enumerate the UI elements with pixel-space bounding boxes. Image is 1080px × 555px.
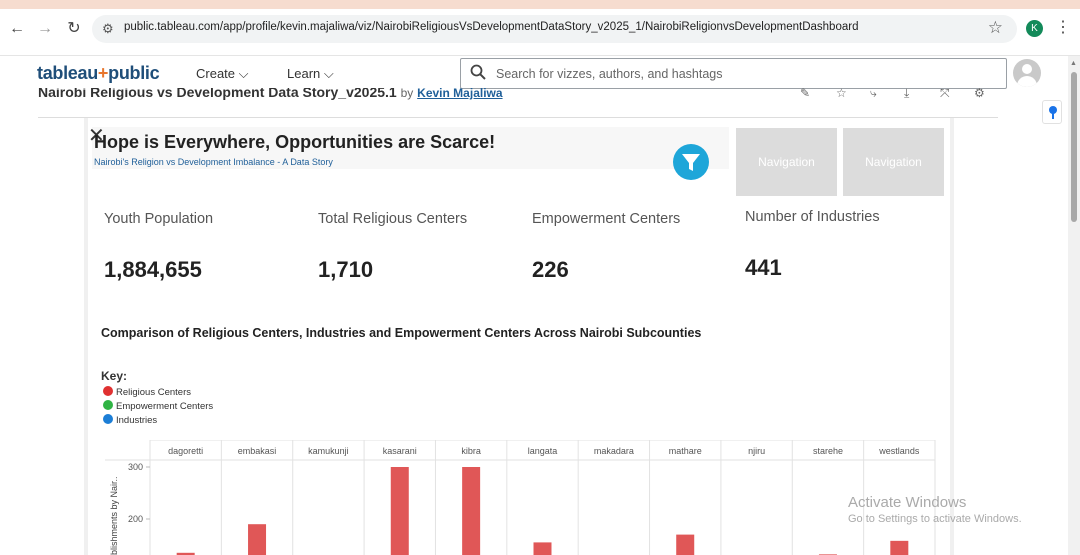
- user-avatar[interactable]: [1013, 59, 1041, 87]
- site-info-icon[interactable]: ⚙: [102, 21, 114, 37]
- dashboard-subtitle: Nairobi's Religion vs Development Imbala…: [94, 157, 333, 167]
- chart-bar-kasarani[interactable]: [390, 467, 409, 555]
- windows-watermark-title: Activate Windows: [848, 494, 967, 511]
- download-icon[interactable]: ⤓: [904, 88, 909, 101]
- edit-icon[interactable]: ✎: [800, 88, 810, 100]
- settings-icon[interactable]: ⚙: [974, 88, 985, 100]
- menu-create[interactable]: Create ⌵: [196, 66, 249, 82]
- search-input[interactable]: Search for vizzes, authors, and hashtags: [460, 58, 1007, 89]
- chart-category-label-dagoretti: dagoretti: [168, 446, 203, 456]
- chart-category-label-kasarani: kasarani: [383, 446, 417, 456]
- legend-empowerment-label: Empowerment Centers: [116, 401, 214, 412]
- chart-category-label-njiru: njiru: [748, 446, 765, 456]
- legend-industries[interactable]: Industries: [103, 414, 157, 426]
- scrollbar-thumb[interactable]: [1071, 72, 1077, 222]
- favorite-icon[interactable]: ☆: [836, 88, 847, 100]
- logo-suffix: public: [108, 63, 160, 83]
- subcounty-bar-chart[interactable]: dagoretti embakasi kamukunji kasarani kibra l…: [100, 440, 940, 555]
- chart-bar-kibra[interactable]: [462, 467, 481, 555]
- menu-learn[interactable]: Learn ⌵: [287, 66, 334, 82]
- legend-religious-label: Religious Centers: [116, 387, 191, 398]
- tableau-public-logo[interactable]: tableau+public: [37, 63, 160, 84]
- browser-profile-avatar[interactable]: K: [1026, 20, 1043, 37]
- chart-ytick-200: 200: [128, 514, 143, 524]
- chart-category-label-makadara: makadara: [594, 446, 634, 456]
- search-icon: [470, 64, 486, 80]
- chart-category-label-langata: langata: [528, 446, 558, 456]
- logo-text: tableau: [37, 63, 98, 83]
- kpi-youth-label: Youth Population: [104, 211, 214, 227]
- legend-empowerment[interactable]: Empowerment Centers: [103, 400, 213, 412]
- chart-y-axis-label: blishments by Nair..: [109, 476, 119, 555]
- navigation-button-1[interactable]: Navigation: [736, 128, 837, 196]
- chart-bar-mathare[interactable]: [676, 534, 695, 555]
- kpi-youth-value: 1,884,655: [104, 257, 202, 282]
- logo-plus-icon: +: [97, 63, 109, 83]
- back-icon[interactable]: ←: [6, 18, 28, 40]
- chart-category-label-embakasi: embakasi: [238, 446, 277, 456]
- address-bar[interactable]: ⚙ public.tableau.com/app/profile/kevin.m…: [92, 15, 1017, 43]
- kpi-industries-value: 441: [745, 255, 782, 280]
- filter-funnel-icon: [682, 154, 700, 171]
- url-text[interactable]: public.tableau.com/app/profile/kevin.maj…: [124, 21, 858, 33]
- location-pin-icon[interactable]: [1042, 100, 1062, 124]
- chart-category-label-mathare: mathare: [669, 446, 702, 456]
- legend-religious-swatch: [103, 386, 113, 396]
- windows-watermark-subtitle: Go to Settings to activate Windows.: [848, 513, 1022, 525]
- legend-empowerment-swatch: [103, 400, 113, 410]
- chart-bar-westlands[interactable]: [890, 540, 909, 555]
- key-title: Key:: [101, 369, 128, 383]
- legend-industries-label: Industries: [116, 415, 158, 426]
- forward-icon[interactable]: →: [34, 18, 56, 40]
- viz-title-row: Nairobi Religious vs Development Data St…: [0, 88, 1068, 102]
- chart-category-label-starehe: starehe: [813, 446, 843, 456]
- kpi-industries-label: Number of Industries: [745, 209, 880, 225]
- chart-category-label-kamukunji: kamukunji: [308, 446, 349, 456]
- chart-bar-embakasi[interactable]: [248, 524, 267, 555]
- fullscreen-icon[interactable]: ⤧: [940, 88, 950, 101]
- chart-bar-langata[interactable]: [533, 542, 552, 555]
- chart-category-label-westlands: westlands: [878, 446, 920, 456]
- navigation-button-2[interactable]: Navigation: [843, 128, 944, 196]
- kpi-religious-value: 1,710: [318, 257, 374, 282]
- bookmark-star-icon[interactable]: ☆: [988, 18, 1003, 38]
- browser-menu-icon[interactable]: ⋮: [1055, 17, 1071, 37]
- chart-category-label-kibra: kibra: [461, 446, 481, 456]
- search-placeholder: Search for vizzes, authors, and hashtags: [496, 67, 723, 81]
- kpi-religious-label: Total Religious Centers: [318, 211, 468, 227]
- tab-strip: [0, 0, 1080, 9]
- share-icon[interactable]: ⤷: [870, 88, 877, 101]
- legend-religious[interactable]: Religious Centers: [103, 386, 191, 398]
- browser-toolbar: ← → ↻ ⚙ public.tableau.com/app/profile/k…: [0, 0, 1080, 56]
- chart-title: Comparison of Religious Centers, Industr…: [101, 326, 702, 340]
- reload-icon[interactable]: ↻: [63, 18, 85, 40]
- viz-title-text: Nairobi Religious vs Development Data St…: [38, 88, 397, 100]
- filter-button[interactable]: [673, 144, 709, 180]
- kpi-empowerment-label: Empowerment Centers: [532, 211, 681, 227]
- viz-by: by: [400, 88, 414, 100]
- dashboard-title: Hope is Everywhere, Opportunities are Sc…: [94, 132, 496, 152]
- kpi-empowerment-value: 226: [532, 257, 569, 282]
- page-scrollbar[interactable]: ▲: [1068, 56, 1080, 555]
- scroll-up-icon[interactable]: ▲: [1070, 60, 1077, 67]
- viz-title: Nairobi Religious vs Development Data St…: [38, 88, 503, 100]
- author-link[interactable]: Kevin Majaliwa: [417, 88, 502, 100]
- chart-ytick-300: 300: [128, 462, 143, 472]
- legend-industries-swatch: [103, 414, 113, 424]
